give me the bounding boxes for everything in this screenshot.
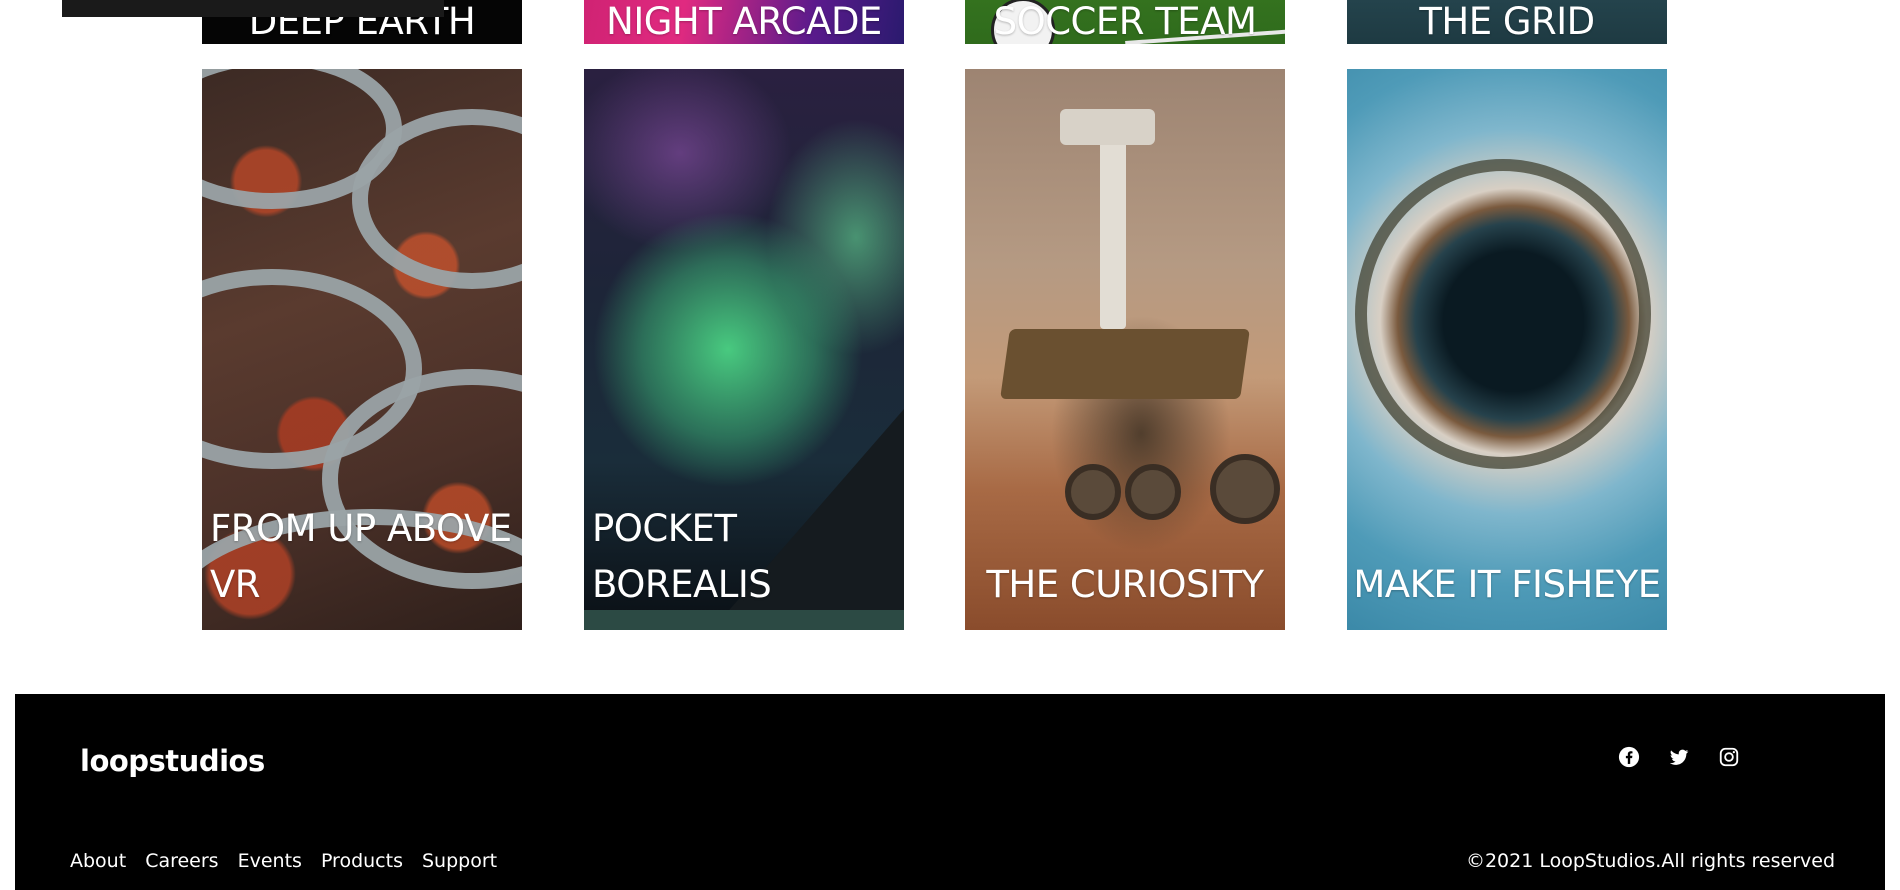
facebook-icon[interactable] xyxy=(1618,746,1640,768)
footer-link-products[interactable]: Products xyxy=(321,850,403,872)
creation-card-label-line1: POCKET xyxy=(592,507,737,550)
footer-nav: About Careers Events Products Support xyxy=(70,850,497,872)
page: DEEP EARTH NIGHT ARCADE SOCCER TEAM THE … xyxy=(0,0,1900,890)
site-footer: loopstudios About Careers Events Product… xyxy=(15,694,1885,890)
footer-link-careers[interactable]: Careers xyxy=(145,850,218,872)
footer-link-about[interactable]: About xyxy=(70,850,126,872)
creation-card-the-grid[interactable]: THE GRID xyxy=(1347,0,1667,44)
creation-card-label-line2: THE CURIOSITY xyxy=(986,563,1264,606)
creation-card-soccer-team[interactable]: SOCCER TEAM xyxy=(965,0,1285,44)
creation-card-label: THE CURIOSITY xyxy=(965,557,1285,613)
header-overlay xyxy=(62,0,444,17)
rover-wheel-shape xyxy=(1125,464,1181,520)
creation-card-label: THE GRID xyxy=(1419,0,1595,43)
creation-card-label: MAKE IT FISHEYE xyxy=(1347,557,1667,613)
creation-card-label: POCKET BOREALIS xyxy=(592,501,772,613)
footer-logo[interactable]: loopstudios xyxy=(80,744,265,778)
creation-card-from-up-above-vr[interactable]: FROM UP ABOVE VR xyxy=(202,69,522,630)
creation-card-label-line2: MAKE IT FISHEYE xyxy=(1353,563,1661,606)
creation-card-label: FROM UP ABOVE VR xyxy=(210,501,512,613)
creation-card-make-it-fisheye[interactable]: MAKE IT FISHEYE xyxy=(1347,69,1667,630)
lake-shape xyxy=(584,610,904,630)
creation-card-label-line2: VR xyxy=(210,563,261,606)
creation-card-the-curiosity[interactable]: THE CURIOSITY xyxy=(965,69,1285,630)
rover-wheel-shape xyxy=(1210,454,1280,524)
creation-card-night-arcade[interactable]: NIGHT ARCADE xyxy=(584,0,904,44)
fisheye-ring-shape xyxy=(1355,159,1651,469)
twitter-icon[interactable] xyxy=(1668,746,1690,768)
creation-card-pocket-borealis[interactable]: POCKET BOREALIS xyxy=(584,69,904,630)
rover-body-shape xyxy=(1000,329,1250,399)
instagram-icon[interactable] xyxy=(1718,746,1740,768)
creation-card-label: SOCCER TEAM xyxy=(993,0,1257,43)
rover-wheel-shape xyxy=(1065,464,1121,520)
creation-card-label-line1: FROM UP ABOVE xyxy=(210,507,512,550)
rover-head-shape xyxy=(1060,109,1155,145)
creation-card-label-line2: BOREALIS xyxy=(592,563,772,606)
footer-link-events[interactable]: Events xyxy=(238,850,302,872)
creation-card-label: NIGHT ARCADE xyxy=(606,0,882,43)
footer-link-support[interactable]: Support xyxy=(422,850,497,872)
rover-mast-shape xyxy=(1100,129,1126,329)
copyright-text: ©2021 LoopStudios.All rights reserved xyxy=(1465,850,1835,872)
